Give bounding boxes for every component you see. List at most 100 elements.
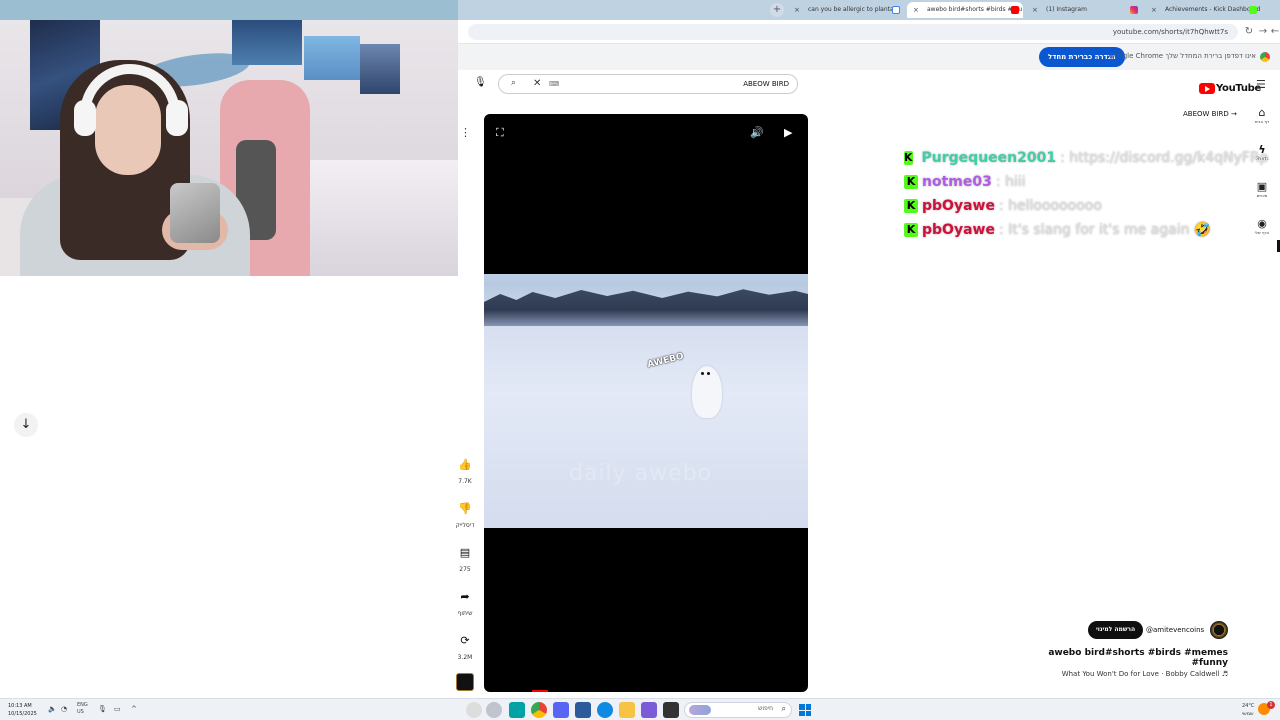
play-icon[interactable]: ▶ <box>784 126 792 139</box>
tab-title: (1) Instagram <box>1046 6 1087 13</box>
kick-badge-icon: K <box>904 151 913 165</box>
menu-icon[interactable]: ☰ <box>1256 78 1266 91</box>
kick-chat-overlay: K Purgequeen2001 : https://discord.gg/k4… <box>904 146 1268 242</box>
instagram-icon <box>1130 6 1138 14</box>
youtube-header: 🎙 ⌕ ✕ ⌨ ABEOW BIRD YouTube ☰ <box>458 70 1280 98</box>
video-watermark: daily awebo <box>569 461 713 486</box>
app-icon[interactable] <box>663 702 679 718</box>
chat-text: : helloooooooo <box>998 198 1102 214</box>
notification-badge[interactable]: 1 <box>1267 701 1275 709</box>
more-options-icon[interactable]: ⋮ <box>460 126 471 139</box>
dislike-button[interactable]: 👎 דיסלייק <box>452 502 478 529</box>
remix-count: 3.2M <box>457 654 473 661</box>
search-box[interactable]: ⌕ ✕ ⌨ ABEOW BIRD <box>498 74 798 94</box>
bird-eye <box>701 372 704 375</box>
bird-eye <box>707 372 710 375</box>
windows-start-icon[interactable] <box>799 704 811 716</box>
sound-avatar[interactable] <box>456 673 474 691</box>
kick-icon <box>1249 6 1257 14</box>
clock-date: 10/15/2025 <box>8 711 37 717</box>
microphone-icon[interactable]: 🎙 <box>474 77 487 88</box>
microphone-tray-icon[interactable]: 🎙 <box>98 705 107 713</box>
white-bird <box>692 366 722 418</box>
channel-link[interactable]: ABEOW BIRD → <box>1183 110 1237 118</box>
app-icon[interactable] <box>575 702 591 718</box>
kick-badge-icon: K <box>904 199 918 213</box>
wifi-icon[interactable]: ◔ <box>61 705 67 713</box>
shorts-video-player[interactable]: ⛶ 🔊 ▶ AWEBO daily awebo <box>484 114 808 692</box>
discord-app-icon[interactable] <box>553 702 569 718</box>
headphones-cup <box>166 100 188 136</box>
taskbar-search[interactable]: חיפוש ⌕ <box>684 702 792 718</box>
search-placeholder: חיפוש <box>758 705 773 712</box>
edge-app-icon[interactable] <box>597 702 613 718</box>
youtube-play-icon <box>1199 83 1215 94</box>
reload-icon[interactable]: ↻ <box>1242 25 1256 39</box>
tab-instagram[interactable]: × (1) Instagram <box>1026 2 1142 18</box>
chevron-up-icon[interactable]: ^ <box>131 705 137 713</box>
clear-icon[interactable]: ✕ <box>533 78 541 89</box>
file-explorer-icon[interactable] <box>619 702 635 718</box>
channel-avatar[interactable] <box>1210 621 1228 639</box>
back-icon[interactable]: ← <box>1268 25 1280 39</box>
share-button[interactable]: ➦ שיתוף <box>452 590 478 617</box>
comments-button[interactable]: ▤ 275 <box>452 546 478 573</box>
infobar-message: Google Chrome אינו דפדפן ברירת המחדל שלך <box>1108 52 1256 60</box>
remix-icon: ⟳ <box>460 634 470 647</box>
weather-widget[interactable]: 24°C שמשי <box>1242 702 1254 718</box>
kick-badge-icon: K <box>904 175 918 189</box>
like-button[interactable]: 👍 7.7K <box>452 458 478 485</box>
scroll-down-button[interactable]: ↓ <box>14 413 38 437</box>
close-icon[interactable]: × <box>794 2 800 18</box>
webcam-feed <box>0 0 458 276</box>
subscribe-button[interactable]: הרשמה למינוי <box>1088 621 1144 639</box>
comment-count: 275 <box>459 566 471 573</box>
volume-tray-icon[interactable]: 🔈 <box>48 705 57 713</box>
rail-label: דף הבית <box>1254 119 1270 124</box>
tab-title: awebo bird#shorts #birds #mu <box>927 6 1023 13</box>
home-icon: ⌂ <box>1258 106 1266 119</box>
close-icon[interactable]: × <box>1151 2 1157 18</box>
rail-home[interactable]: ⌂ דף הבית <box>1250 106 1274 125</box>
progress-bar[interactable] <box>532 690 548 692</box>
channel-link-label: ABEOW BIRD <box>1183 110 1229 118</box>
arrow-right-icon: → <box>1231 110 1237 118</box>
weather-desc: שמשי <box>1242 711 1254 717</box>
app-icon[interactable] <box>641 702 657 718</box>
tab-awebo-bird[interactable]: × awebo bird#shorts #birds #mu <box>907 2 1023 18</box>
search-input[interactable]: ABEOW BIRD <box>743 80 789 88</box>
windows-taskbar: 10:13 AM 10/15/2025 🔈 ◔ ENG US 🎙 ▭ ^ חיפ… <box>0 698 1280 720</box>
music-credit[interactable]: What You Won't Do for Love · Bobby Caldw… <box>1059 670 1228 678</box>
chat-message: K pbOyawe : helloooooooo <box>904 194 1264 218</box>
youtube-logo[interactable]: YouTube <box>1199 78 1261 94</box>
url-bar[interactable]: youtube.com/shorts/it7hQhwtt7s <box>468 24 1238 40</box>
chrome-app-icon[interactable] <box>531 702 547 718</box>
fullscreen-icon[interactable]: ⛶ <box>496 126 504 140</box>
chat-username: pbOyawe <box>922 222 995 238</box>
app-icon[interactable] <box>486 702 502 718</box>
video-title[interactable]: awebo bird#shorts #birds #memes #funny <box>1037 648 1228 668</box>
settings-app-icon[interactable] <box>466 702 482 718</box>
thumbs-up-icon: 👍 <box>458 458 472 471</box>
google-icon <box>892 6 900 14</box>
close-icon[interactable]: × <box>913 2 919 18</box>
display-tray-icon[interactable]: ▭ <box>114 705 121 713</box>
chat-message: K pbOyawe : It's slang for it's me again… <box>904 218 1264 242</box>
input-language[interactable]: ENG US <box>77 702 88 716</box>
system-clock[interactable]: 10:13 AM 10/15/2025 <box>8 702 37 718</box>
weather-temp: 24°C <box>1242 703 1255 709</box>
chat-username: pbOyawe <box>922 198 995 214</box>
tab-allergic-plantain[interactable]: × can you be allergic to plantain <box>788 2 904 18</box>
channel-handle[interactable]: @amitevencoins <box>1146 626 1204 634</box>
remix-button[interactable]: ⟳ 3.2M <box>452 634 478 661</box>
volume-icon[interactable]: 🔊 <box>750 126 764 139</box>
tab-kick-dashboard[interactable]: × Achievements - Kick Dashboard <box>1145 2 1261 18</box>
address-bar-row: youtube.com/shorts/it7hQhwtt7s ↻ → ← <box>458 20 1280 44</box>
comment-icon: ▤ <box>459 546 471 559</box>
search-icon[interactable]: ⌕ <box>511 78 516 88</box>
close-icon[interactable]: × <box>1032 2 1038 18</box>
share-icon: ➦ <box>460 590 470 603</box>
app-icon[interactable] <box>509 702 525 718</box>
keyboard-icon[interactable]: ⌨ <box>549 80 559 88</box>
new-tab-button[interactable]: + <box>770 3 784 17</box>
